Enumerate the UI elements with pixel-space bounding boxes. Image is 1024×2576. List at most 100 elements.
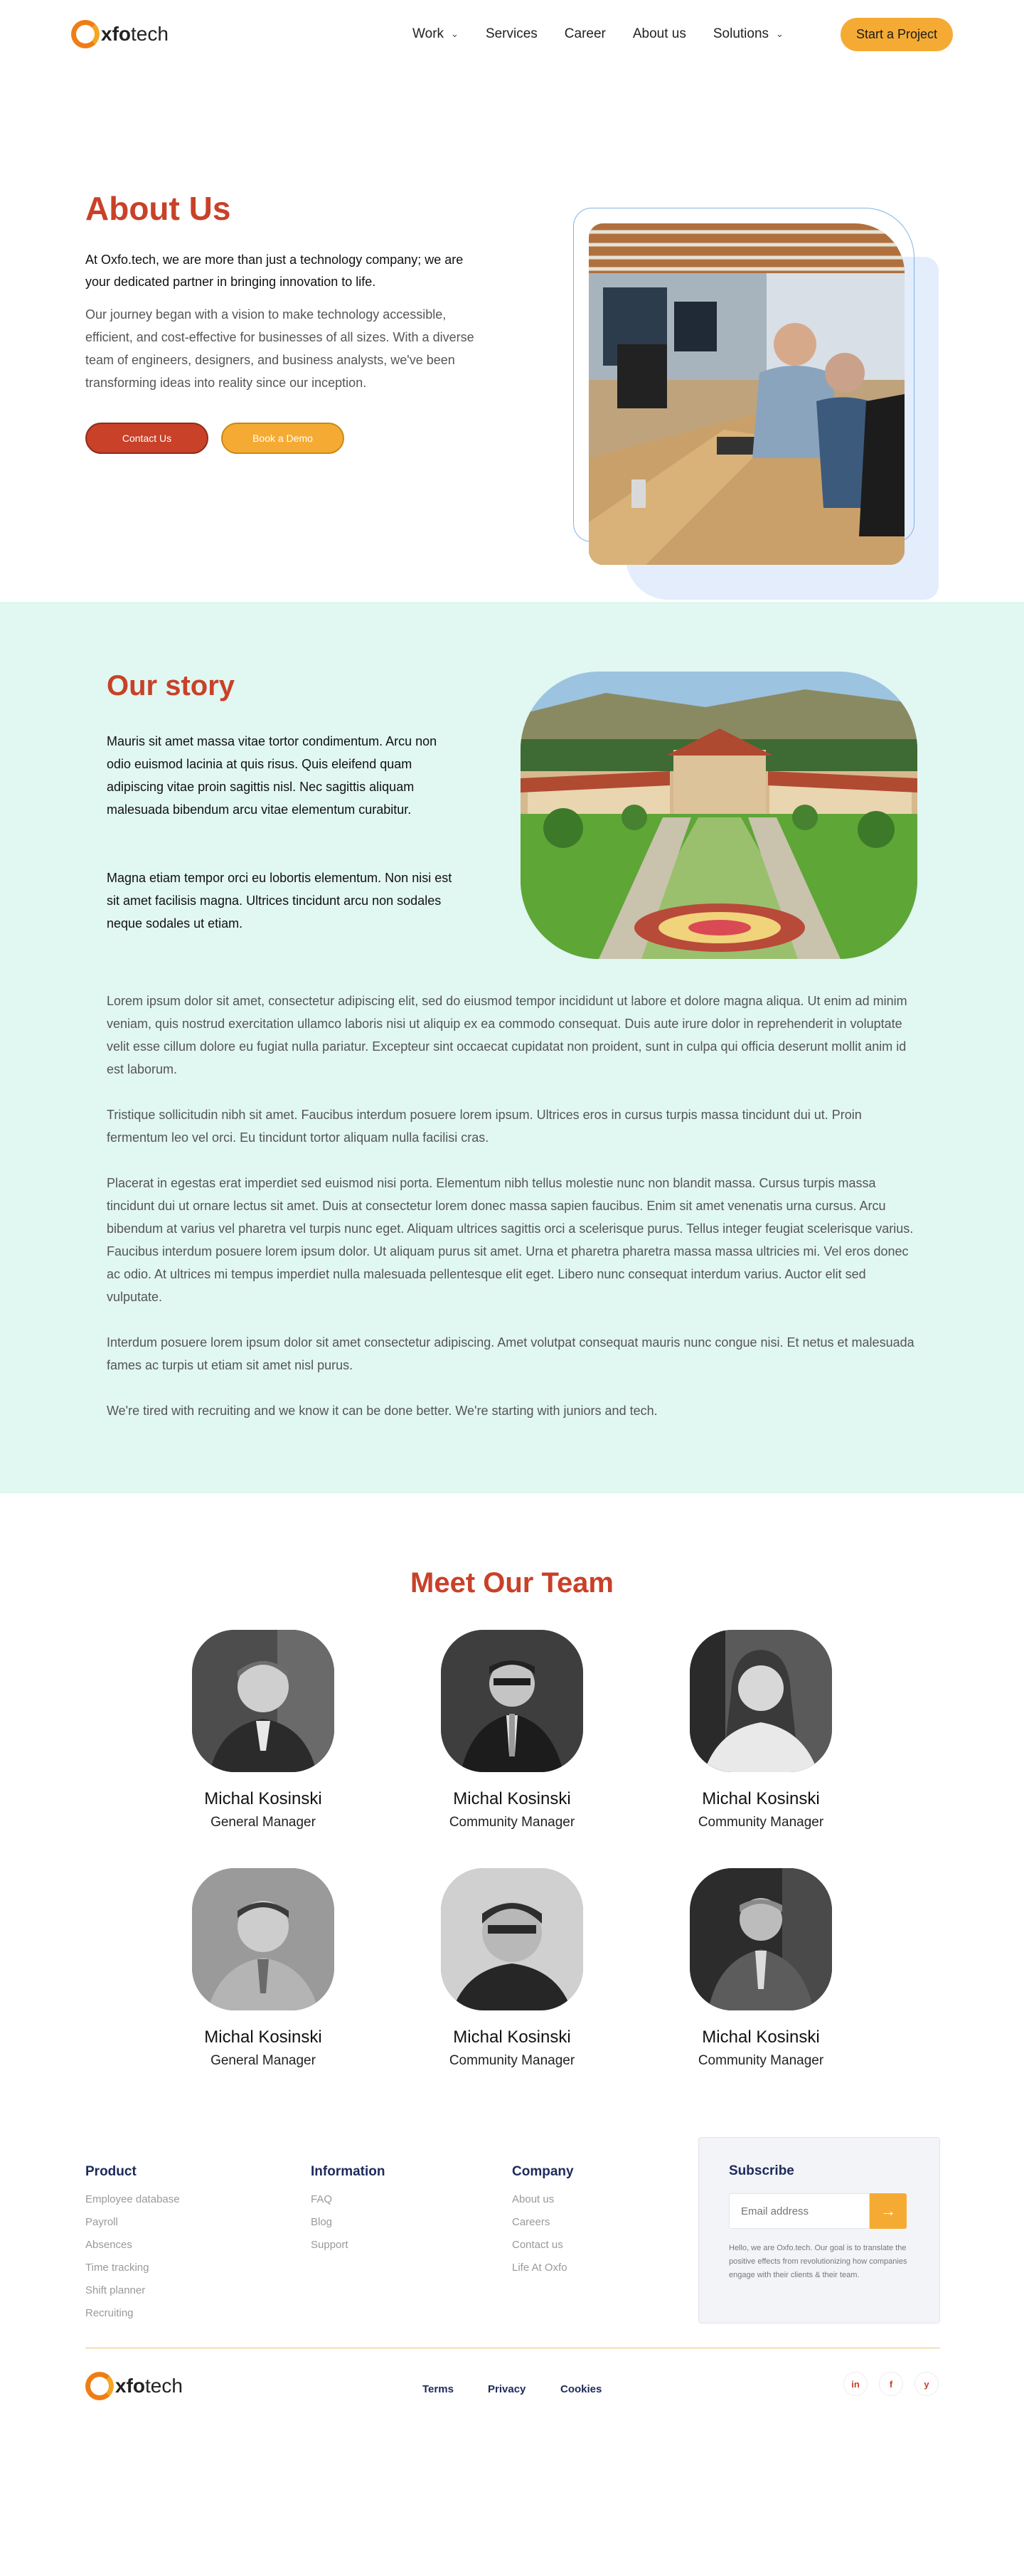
page-title: About Us xyxy=(85,190,231,227)
subscribe-button[interactable]: → xyxy=(870,2193,907,2229)
footer-logo[interactable]: xfo tech xyxy=(85,2372,183,2400)
member-name: Michal Kosinski xyxy=(702,1789,820,1808)
nav-label: Work xyxy=(412,26,444,41)
member-name: Michal Kosinski xyxy=(453,2028,571,2047)
footer-link[interactable]: Careers xyxy=(512,2217,574,2228)
story-title: Our story xyxy=(107,670,235,701)
office-photo xyxy=(589,223,905,565)
avatar xyxy=(192,1630,334,1772)
nav-label: Services xyxy=(485,26,538,41)
campus-photo xyxy=(521,672,917,959)
footer-link[interactable]: Recruiting xyxy=(85,2308,180,2319)
member-role: Community Manager xyxy=(698,1815,824,1830)
about-section: About Us At Oxfo.tech, we are more than … xyxy=(0,68,1024,602)
nav-work[interactable]: Work ⌄ xyxy=(412,26,459,42)
logo-o-mark xyxy=(85,2372,114,2400)
team-member-card: Michal Kosinski Community Manager xyxy=(668,1868,853,2069)
team-member-card: Michal Kosinski Community Manager xyxy=(420,1868,604,2069)
twitter-icon[interactable]: y xyxy=(914,2372,939,2396)
team-member-card: Michal Kosinski Community Manager xyxy=(668,1630,853,1830)
story-long-paragraph: Lorem ipsum dolor sit amet, consectetur … xyxy=(107,994,907,1076)
story-long-text: Lorem ipsum dolor sit amet, consectetur … xyxy=(107,990,917,1445)
story-paragraph: Magna etiam tempor orci eu lobortis elem… xyxy=(107,871,452,931)
nav-career[interactable]: Career xyxy=(565,26,606,42)
logo-text: tech xyxy=(131,23,169,45)
nav-services[interactable]: Services xyxy=(486,26,538,42)
story-long-paragraph: We're tired with recruiting and we know … xyxy=(107,1404,658,1418)
site-header: xfo tech Work ⌄ Services Career About us… xyxy=(0,0,1024,68)
story-long-paragraph: Placerat in egestas erat imperdiet sed e… xyxy=(107,1176,914,1304)
member-role: Community Manager xyxy=(698,2053,824,2068)
footer-link[interactable]: Blog xyxy=(311,2217,385,2228)
member-role: General Manager xyxy=(210,1815,316,1830)
logo-o-mark xyxy=(71,20,100,48)
footer-link[interactable]: FAQ xyxy=(311,2194,385,2205)
member-name: Michal Kosinski xyxy=(204,1789,322,1808)
footer-link[interactable]: Shift planner xyxy=(85,2285,180,2296)
footer-company-column: Company About us Careers Contact us Life… xyxy=(512,2164,574,2285)
footer-heading: Product xyxy=(85,2164,137,2179)
footer-link[interactable]: Payroll xyxy=(85,2217,180,2228)
chevron-down-icon: ⌄ xyxy=(451,28,459,39)
main-nav: Work ⌄ Services Career About us Solution… xyxy=(412,17,953,51)
about-lead: At Oxfo.tech, we are more than just a te… xyxy=(85,253,464,289)
team-member-card: Michal Kosinski Community Manager xyxy=(420,1630,604,1830)
nav-label: About us xyxy=(632,26,686,41)
arrow-right-icon: → xyxy=(880,2202,896,2220)
site-footer: Product Employee database Payroll Absenc… xyxy=(0,2137,1024,2572)
member-name: Michal Kosinski xyxy=(204,2028,322,2047)
footer-link[interactable]: Support xyxy=(311,2240,385,2251)
terms-link[interactable]: Terms xyxy=(422,2383,454,2395)
member-role: General Manager xyxy=(210,2053,316,2068)
subscribe-box: Subscribe → Hello, we are Oxfo.tech. Our… xyxy=(698,2137,940,2323)
logo-text: tech xyxy=(145,2375,183,2397)
footer-link[interactable]: About us xyxy=(512,2194,574,2205)
footer-link[interactable]: Absences xyxy=(85,2240,180,2251)
footer-heading: Information xyxy=(311,2164,385,2179)
team-title: Meet Our Team xyxy=(410,1567,614,1599)
story-long-paragraph: Tristique sollicitudin nibh sit amet. Fa… xyxy=(107,1108,862,1145)
footer-heading: Company xyxy=(512,2164,574,2179)
subscribe-note: Hello, we are Oxfo.tech. Our goal is to … xyxy=(729,2244,907,2279)
story-paragraph: Mauris sit amet massa vitae tortor condi… xyxy=(107,734,437,817)
facebook-icon[interactable]: f xyxy=(879,2372,903,2396)
linkedin-icon[interactable]: in xyxy=(843,2372,868,2396)
logo[interactable]: xfo tech xyxy=(71,20,169,48)
team-section: Meet Our Team Michal Kosinski General Ma… xyxy=(0,1493,1024,2137)
start-project-button[interactable]: Start a Project xyxy=(840,17,953,51)
footer-link[interactable]: Time tracking xyxy=(85,2262,180,2274)
about-buttons: Contact Us Book a Demo xyxy=(85,423,484,454)
footer-information-column: Information FAQ Blog Support xyxy=(311,2164,385,2262)
avatar xyxy=(192,1868,334,2010)
nav-solutions[interactable]: Solutions ⌄ xyxy=(713,26,784,42)
member-name: Michal Kosinski xyxy=(702,2028,820,2047)
member-role: Community Manager xyxy=(449,1815,575,1830)
footer-link[interactable]: Employee database xyxy=(85,2194,180,2205)
logo-text-bold: xfo xyxy=(101,23,131,45)
story-section: Our story Mauris sit amet massa vitae to… xyxy=(0,602,1024,1493)
privacy-link[interactable]: Privacy xyxy=(488,2383,526,2395)
chevron-down-icon: ⌄ xyxy=(776,28,784,39)
book-demo-button[interactable]: Book a Demo xyxy=(221,423,344,454)
team-member-card: Michal Kosinski General Manager xyxy=(171,1868,356,2069)
member-role: Community Manager xyxy=(449,2053,575,2068)
avatar xyxy=(690,1868,832,2010)
team-member-card: Michal Kosinski General Manager xyxy=(171,1630,356,1830)
footer-product-column: Product Employee database Payroll Absenc… xyxy=(85,2164,180,2331)
avatar xyxy=(690,1630,832,1772)
avatar xyxy=(441,1868,583,2010)
nav-label: Career xyxy=(564,26,606,41)
cookies-link[interactable]: Cookies xyxy=(560,2383,602,2395)
nav-about-us[interactable]: About us xyxy=(633,26,686,42)
contact-us-button[interactable]: Contact Us xyxy=(85,423,208,454)
subscribe-title: Subscribe xyxy=(729,2163,794,2178)
about-body: Our journey began with a vision to make … xyxy=(85,307,474,390)
footer-link[interactable]: Contact us xyxy=(512,2240,574,2251)
email-field[interactable] xyxy=(729,2193,870,2229)
avatar xyxy=(441,1630,583,1772)
nav-label: Solutions xyxy=(713,26,769,41)
footer-link[interactable]: Life At Oxfo xyxy=(512,2262,574,2274)
story-long-paragraph: Interdum posuere lorem ipsum dolor sit a… xyxy=(107,1335,914,1372)
member-name: Michal Kosinski xyxy=(453,1789,571,1808)
logo-text-bold: xfo xyxy=(115,2375,145,2397)
